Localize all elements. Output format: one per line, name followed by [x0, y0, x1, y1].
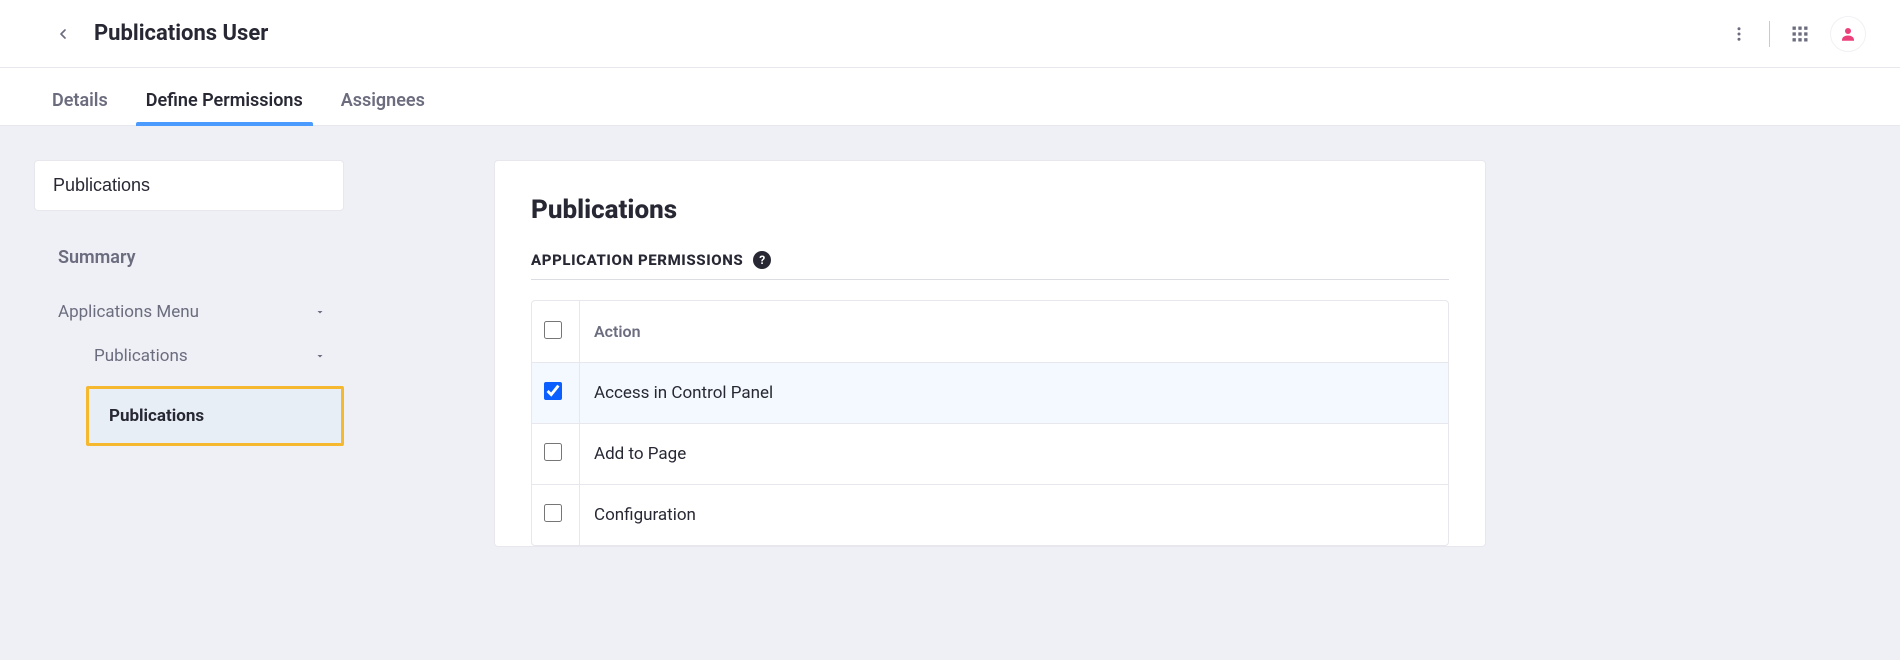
panel-title: Publications: [531, 195, 1449, 225]
permission-label: Add to Page: [580, 423, 1448, 484]
table-row: Add to Page: [532, 423, 1448, 484]
permission-label: Configuration: [580, 484, 1448, 545]
tabs-bar: Details Define Permissions Assignees: [0, 68, 1900, 126]
tab-assignees[interactable]: Assignees: [341, 74, 425, 125]
header-left: Publications User: [24, 21, 268, 46]
apps-grid-button[interactable]: [1784, 18, 1816, 50]
summary-heading: Summary: [58, 247, 344, 268]
caret-down-icon: [312, 348, 328, 364]
tree-item-publications-group[interactable]: Publications: [34, 334, 344, 378]
table-header-row: Action: [532, 301, 1448, 362]
user-icon: [1839, 25, 1857, 43]
content-area: Summary Applications Menu Publications P…: [0, 126, 1900, 660]
grid-icon: [1790, 24, 1810, 44]
action-column-header: Action: [580, 301, 1448, 362]
permission-checkbox[interactable]: [544, 443, 562, 461]
tree-item-publications-leaf[interactable]: Publications: [86, 386, 344, 446]
sidebar: Summary Applications Menu Publications P…: [34, 160, 344, 446]
tree-item-label: Publications: [109, 406, 204, 426]
user-avatar[interactable]: [1830, 16, 1866, 52]
section-header: APPLICATION PERMISSIONS ?: [531, 251, 1449, 280]
permission-checkbox[interactable]: [544, 504, 562, 522]
tab-define-permissions[interactable]: Define Permissions: [146, 74, 303, 125]
header-divider: [1769, 21, 1770, 47]
help-icon[interactable]: ?: [753, 251, 771, 269]
permission-label: Access in Control Panel: [580, 362, 1448, 423]
table-row: Configuration: [532, 484, 1448, 545]
tree-item-label: Applications Menu: [58, 302, 199, 322]
table-row: Access in Control Panel: [532, 362, 1448, 423]
tree-item-label: Publications: [94, 346, 188, 366]
caret-down-icon: [312, 304, 328, 320]
kebab-menu-button[interactable]: [1723, 18, 1755, 50]
more-vertical-icon: [1730, 25, 1748, 43]
permission-tree: Applications Menu Publications Publicati…: [34, 290, 344, 446]
header-bar: Publications User: [0, 0, 1900, 68]
section-label: APPLICATION PERMISSIONS: [531, 251, 743, 269]
header-right: [1723, 16, 1876, 52]
permission-checkbox[interactable]: [544, 382, 562, 400]
chevron-left-icon: [55, 26, 71, 42]
tree-item-applications-menu[interactable]: Applications Menu: [34, 290, 344, 334]
select-all-checkbox[interactable]: [544, 321, 562, 339]
permissions-table: Action Access in Control Panel Add to Pa…: [531, 300, 1449, 546]
page-title: Publications User: [94, 21, 268, 46]
permissions-panel: Publications APPLICATION PERMISSIONS ? A…: [494, 160, 1486, 547]
permission-search-input[interactable]: [34, 160, 344, 211]
back-button[interactable]: [52, 23, 74, 45]
tab-details[interactable]: Details: [52, 74, 108, 125]
